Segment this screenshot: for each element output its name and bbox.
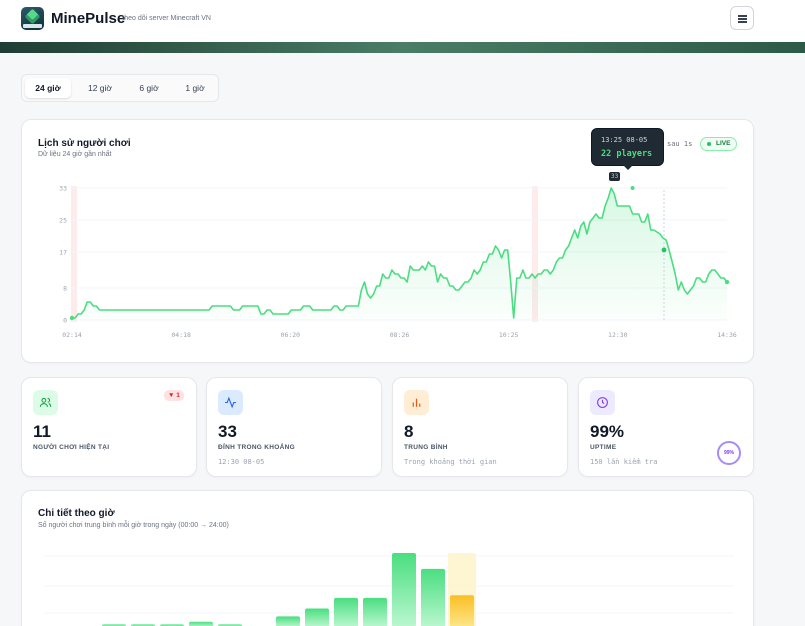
average-note: Trong khoảng thời gian <box>404 458 497 466</box>
player-history-card: Lịch sử người chơi Dữ liệu 24 giờ gần nh… <box>21 119 754 363</box>
average-value: 8 <box>404 422 414 441</box>
hour-bar <box>363 597 387 626</box>
uptime-label: UPTIME <box>590 444 617 451</box>
tab-24h[interactable]: 24 giờ <box>25 78 71 98</box>
x-tick-label: 06:20 <box>281 331 301 339</box>
y-tick-label: 8 <box>63 285 67 293</box>
hamburger-menu-icon <box>738 15 747 17</box>
current-players-label: NGƯỜI CHƠI HIỆN TẠI <box>33 444 110 451</box>
start-point <box>69 315 75 321</box>
x-tick-label: 04:18 <box>171 331 191 339</box>
y-tick-label: 17 <box>59 249 67 257</box>
current-delta-badge: ▼ 1 <box>164 390 184 401</box>
stat-card-uptime: 99% UPTIME 150 lần kiểm tra 99% <box>578 377 754 477</box>
activity-icon <box>218 390 243 415</box>
x-tick-label: 02:14 <box>62 331 82 339</box>
hour-bar <box>189 621 213 626</box>
tab-6h[interactable]: 6 giờ <box>128 78 170 98</box>
hour-bar <box>421 568 445 626</box>
users-icon <box>33 390 58 415</box>
hour-bar <box>450 595 474 626</box>
brand-subtitle: · theo dõi server Minecraft VN <box>118 15 211 22</box>
hover-point <box>661 247 667 253</box>
chart-tooltip: 13:25 08-05 22 players <box>591 128 664 170</box>
uptime-value: 99% <box>590 422 625 441</box>
tooltip-time: 13:25 08-05 <box>601 136 648 144</box>
outage-band <box>71 186 77 322</box>
peak-time: 12:30 08-05 <box>218 458 265 466</box>
hour-bar <box>276 616 300 626</box>
x-tick-label: 10:25 <box>499 331 519 339</box>
average-label: TRUNG BÌNH <box>404 444 448 451</box>
y-tick-label: 33 <box>59 185 67 193</box>
hour-bar <box>305 608 329 626</box>
brand-name[interactable]: MinePulse <box>51 10 125 27</box>
tab-1h[interactable]: 1 giờ <box>174 78 216 98</box>
clock-icon <box>590 390 615 415</box>
x-tick-label: 12:30 <box>608 331 628 339</box>
peak-value: 33 <box>218 422 237 441</box>
current-players-value: 11 <box>33 422 51 441</box>
peak-point-label: 33 <box>609 172 621 181</box>
hour-bar <box>392 553 416 626</box>
minecraft-gem-icon[interactable] <box>21 7 44 30</box>
stat-card-peak: 33 ĐỈNH TRONG KHOẢNG 12:30 08-05 <box>206 377 382 477</box>
current-point <box>724 279 730 285</box>
x-tick-label: 14:36 <box>717 331 737 339</box>
x-tick-label: 08:26 <box>390 331 410 339</box>
y-tick-label: 25 <box>59 217 67 225</box>
peak-point <box>629 185 636 191</box>
peak-label: ĐỈNH TRONG KHOẢNG <box>218 444 295 451</box>
hour-bar <box>334 597 358 626</box>
uptime-ring: 99% <box>717 441 741 465</box>
player-area-fill <box>72 188 727 320</box>
tab-12h[interactable]: 12 giờ <box>78 78 122 98</box>
bar-chart-icon <box>404 390 429 415</box>
y-tick-label: 0 <box>63 317 67 325</box>
hourly-bar-chart[interactable] <box>22 491 755 626</box>
top-header: MinePulse · theo dõi server Minecraft VN <box>0 0 805 42</box>
hourly-detail-card: Chi tiết theo giờ Số người chơi trung bì… <box>21 490 754 626</box>
stat-card-average: 8 TRUNG BÌNH Trong khoảng thời gian <box>392 377 568 477</box>
header-banner <box>0 42 805 53</box>
menu-button[interactable] <box>730 6 754 30</box>
range-tabs: 24 giờ 12 giờ 6 giờ 1 giờ <box>21 74 219 102</box>
uptime-note: 150 lần kiểm tra <box>590 458 658 466</box>
tooltip-value: 22 players <box>601 149 653 159</box>
stat-card-current: ▼ 1 11 NGƯỜI CHƠI HIỆN TẠI <box>21 377 197 477</box>
